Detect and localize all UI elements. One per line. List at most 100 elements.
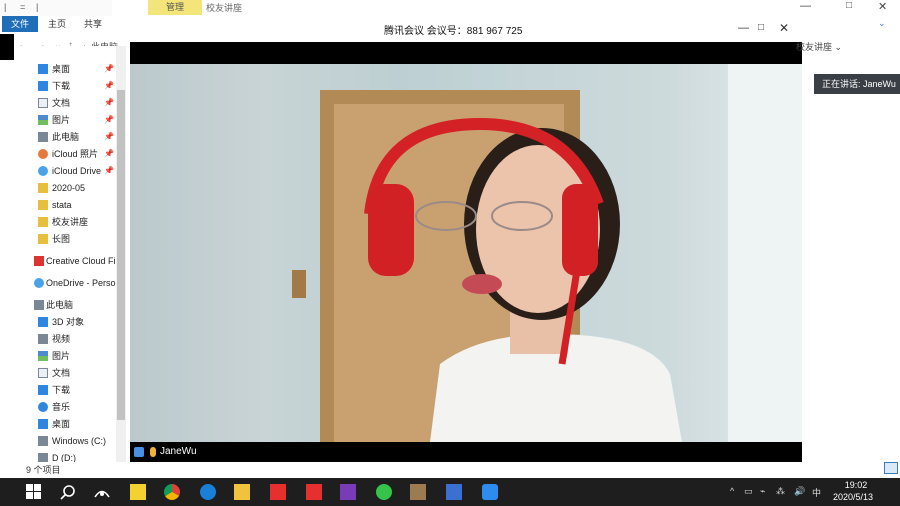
nav-item-d-drive[interactable]: D (D:) bbox=[14, 450, 125, 462]
tab-file[interactable]: 文件 bbox=[2, 16, 38, 32]
nav-item-documents-pc[interactable]: 文档 bbox=[14, 365, 125, 381]
pin-icon: 📌 bbox=[104, 132, 114, 141]
3d-objects-icon bbox=[38, 317, 48, 327]
nav-item-stata[interactable]: stata bbox=[14, 197, 125, 213]
edge-icon[interactable] bbox=[200, 484, 216, 500]
video-feed[interactable] bbox=[130, 64, 802, 442]
nav-item-music[interactable]: 音乐 bbox=[14, 399, 125, 415]
nav-item-icloud-photos[interactable]: iCloud 照片 📌 bbox=[14, 146, 125, 162]
desktop-icon bbox=[38, 419, 48, 429]
nav-item-label: 视频 bbox=[52, 334, 71, 344]
sticky-notes-icon[interactable] bbox=[130, 484, 146, 500]
onedrive-icon bbox=[34, 278, 44, 288]
network-icon[interactable]: ⌁ bbox=[760, 486, 765, 497]
app-red-2-icon[interactable] bbox=[306, 484, 322, 500]
nav-item-label: 校友讲座 bbox=[52, 217, 89, 227]
ribbon-expand-icon[interactable]: ⌄ bbox=[878, 18, 886, 29]
microphone-icon bbox=[150, 447, 156, 457]
nav-item-label: 此电脑 bbox=[46, 300, 74, 310]
right-breadcrumb[interactable]: 校友讲座 ⌄ bbox=[796, 40, 842, 53]
nav-item-pictures-pc[interactable]: 图片 bbox=[14, 348, 125, 364]
task-view-icon[interactable] bbox=[94, 484, 110, 500]
grid-app-icon[interactable] bbox=[446, 484, 462, 500]
door-handle bbox=[292, 270, 306, 298]
nav-item-icloud-drive[interactable]: iCloud Drive 📌 bbox=[14, 163, 125, 179]
onenote-icon[interactable] bbox=[340, 484, 356, 500]
explorer-close-button[interactable]: ✕ bbox=[878, 0, 887, 13]
file-explorer-icon[interactable] bbox=[234, 484, 250, 500]
nav-item-pictures[interactable]: 图片 📌 bbox=[14, 112, 125, 128]
explorer-minimize-button[interactable]: — bbox=[800, 0, 811, 12]
nav-item-desktop-pc[interactable]: 桌面 bbox=[14, 416, 125, 432]
meeting-close-button[interactable]: ✕ bbox=[779, 21, 789, 35]
explorer-maximize-button[interactable]: □ bbox=[846, 0, 852, 11]
meeting-minimize-button[interactable]: — bbox=[738, 22, 749, 34]
nav-item-label: Windows (C:) bbox=[52, 436, 107, 446]
tencent-meeting-icon[interactable] bbox=[482, 484, 498, 500]
nav-item-label: 文档 bbox=[52, 98, 71, 108]
clock-date[interactable]: 2020/5/13 bbox=[828, 492, 878, 502]
nav-item-onedrive[interactable]: OneDrive - Perso bbox=[14, 275, 125, 291]
participant-name: JaneWu bbox=[160, 446, 197, 457]
folder-icon bbox=[38, 234, 48, 244]
nav-item-label: 图片 bbox=[52, 115, 71, 125]
nav-item-label: OneDrive - Perso bbox=[46, 278, 116, 288]
volume-icon[interactable]: 🔊 bbox=[794, 486, 805, 497]
nav-item-label: 桌面 bbox=[52, 419, 71, 429]
nav-item-desktop[interactable]: 桌面 📌 bbox=[14, 61, 125, 77]
picture-icon bbox=[38, 351, 48, 361]
download-icon bbox=[38, 81, 48, 91]
pin-icon: 📌 bbox=[104, 166, 114, 175]
curtain bbox=[728, 64, 802, 442]
nav-item-this-pc-pinned[interactable]: 此电脑 📌 bbox=[14, 129, 125, 145]
nav-scrollbar-thumb[interactable] bbox=[117, 90, 125, 420]
qat-properties-icon[interactable]: = bbox=[20, 2, 25, 12]
qat-separator-2: | bbox=[36, 2, 39, 12]
nav-item-label: 此电脑 bbox=[52, 132, 80, 142]
meeting-maximize-button[interactable]: □ bbox=[758, 22, 764, 33]
cloud-icon[interactable]: ⁂ bbox=[776, 486, 785, 497]
nav-item-downloads[interactable]: 下载 📌 bbox=[14, 78, 125, 94]
drive-icon bbox=[38, 453, 48, 462]
folder-icon bbox=[38, 217, 48, 227]
search-icon[interactable] bbox=[60, 484, 76, 500]
tab-manage[interactable]: 管理 bbox=[148, 0, 202, 15]
nav-item-documents[interactable]: 文档 📌 bbox=[14, 95, 125, 111]
start-icon[interactable] bbox=[26, 484, 42, 500]
chrome-icon[interactable] bbox=[164, 484, 180, 500]
mouth bbox=[462, 274, 502, 294]
app-red-icon[interactable] bbox=[270, 484, 286, 500]
computer-icon bbox=[34, 300, 44, 310]
speaker-video-frame bbox=[292, 64, 802, 442]
nav-item-downloads-pc[interactable]: 下载 bbox=[14, 382, 125, 398]
clock-time[interactable]: 19:02 bbox=[836, 480, 876, 490]
nav-item-alumni-lecture[interactable]: 校友讲座 bbox=[14, 214, 125, 230]
tray-overflow-icon[interactable]: ^ bbox=[730, 486, 734, 496]
download-icon bbox=[38, 385, 48, 395]
meeting-toolbar-strip bbox=[130, 42, 802, 64]
pin-icon: 📌 bbox=[104, 64, 114, 73]
ribbon-tabs: 文件 主页 共享 bbox=[0, 16, 112, 32]
nav-item-windows-c[interactable]: Windows (C:) bbox=[14, 433, 125, 449]
meeting-title: 腾讯会议 会议号：881 967 725 bbox=[384, 26, 523, 37]
photo-app-icon[interactable] bbox=[410, 484, 426, 500]
nav-item-2020-05[interactable]: 2020-05 bbox=[14, 180, 125, 196]
details-view-icon[interactable] bbox=[884, 462, 898, 474]
nav-item-label: stata bbox=[52, 200, 72, 210]
nav-item-this-pc[interactable]: 此电脑 bbox=[14, 297, 125, 313]
wechat-icon[interactable] bbox=[376, 484, 392, 500]
nav-item-3d-objects[interactable]: 3D 对象 bbox=[14, 314, 125, 330]
speaking-indicator: 正在讲话: JaneWu bbox=[814, 74, 900, 94]
creative-cloud-icon bbox=[34, 256, 44, 266]
input-method-icon[interactable]: 中 bbox=[812, 486, 821, 499]
tab-home[interactable]: 主页 bbox=[42, 16, 72, 32]
battery-icon[interactable]: ▭ bbox=[744, 486, 753, 497]
nav-item-label: 文档 bbox=[52, 368, 71, 378]
navigation-pane: 桌面 📌 下载 📌 文档 📌 图片 📌 此电脑 📌 iCloud 照片 📌 iCloud D… bbox=[14, 46, 126, 462]
nav-item-long-image[interactable]: 长图 bbox=[14, 231, 125, 247]
nav-item-videos[interactable]: 视频 bbox=[14, 331, 125, 347]
nav-item-creative-cloud[interactable]: Creative Cloud Fi bbox=[14, 253, 125, 269]
document-icon bbox=[38, 98, 48, 108]
tab-share[interactable]: 共享 bbox=[78, 16, 108, 32]
nav-item-label: 图片 bbox=[52, 351, 71, 361]
